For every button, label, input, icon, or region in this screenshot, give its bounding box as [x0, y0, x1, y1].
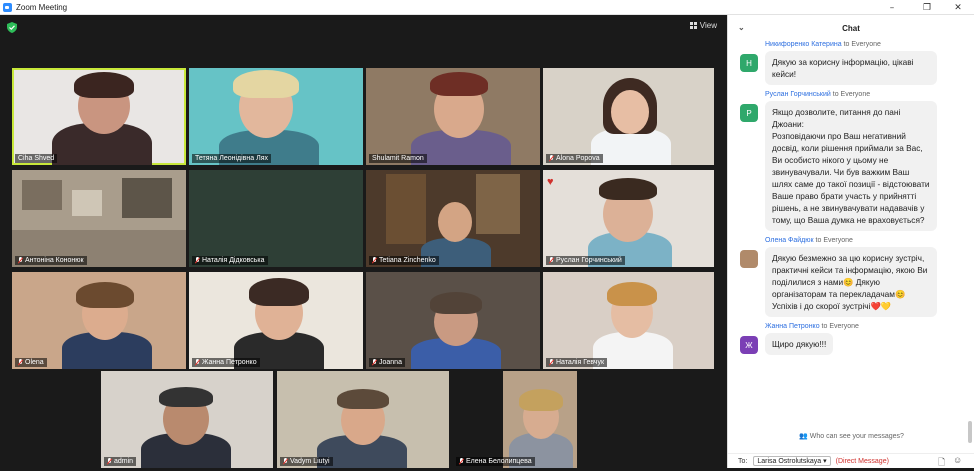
chat-title: Chat [842, 23, 860, 33]
video-tile[interactable]: Наталія Дідковська [189, 170, 363, 267]
participant-label: Tetiana Zinchenko [369, 256, 439, 265]
mic-muted-icon [549, 155, 554, 162]
window-title: Zoom Meeting [16, 2, 68, 12]
participant-label: Руслан Горчинський [546, 256, 625, 265]
grid-view-icon [689, 22, 697, 29]
chat-message: Олена Файдюк to Everyone Дякую безмежно … [728, 237, 968, 317]
video-tile[interactable]: Тетяна Леонідівна Лях [189, 68, 363, 165]
mic-muted-icon [18, 257, 23, 264]
video-tile[interactable]: Alona Popova [543, 68, 714, 165]
message-sender: Жанна Петронко to Everyone [765, 323, 859, 330]
recipient-select[interactable]: Larisa Ostrolutskaya ▾ [753, 456, 831, 466]
participant-label: Жанна Петронко [192, 358, 260, 367]
message-sender: Олена Файдюк to Everyone [765, 237, 853, 244]
video-tile[interactable]: Елена Белолипцева [453, 371, 625, 468]
avatar [740, 250, 758, 268]
participant-label: Alona Popova [546, 154, 603, 163]
participant-label: Shulamit Ramon [369, 154, 427, 163]
avatar: Р [740, 104, 758, 122]
participant-label: Наталія Гевчук [546, 358, 608, 367]
participant-label: Наталія Дідковська [192, 256, 268, 265]
message-sender: Руслан Горчинський to Everyone [765, 91, 871, 98]
participant-label: Ciha Shved [15, 154, 58, 163]
video-gallery: View Ciha Shved Тетяна Леонідівна Лях Sh… [0, 15, 727, 468]
chat-header: ⌄ Chat [728, 15, 974, 41]
mic-muted-icon [549, 359, 554, 366]
close-button[interactable]: ✕ [942, 0, 974, 15]
message-bubble: Якщо дозволите, питання до пані Джоани: … [765, 101, 937, 231]
chat-message: Ж Жанна Петронко to Everyone Щиро дякую!… [728, 323, 968, 355]
participant-label: Olena [15, 358, 47, 367]
mic-muted-icon [283, 458, 288, 465]
video-tile[interactable]: Joanna [366, 272, 540, 369]
video-tile[interactable]: Shulamit Ramon [366, 68, 540, 165]
chevron-down-icon[interactable]: ⌄ [738, 23, 745, 32]
zoom-app-icon [3, 2, 12, 12]
video-tile[interactable]: Ciha Shved [12, 68, 186, 165]
video-tile[interactable]: Olena [12, 272, 186, 369]
view-label: View [699, 21, 717, 30]
participant-label: Joanna [369, 358, 405, 367]
chat-panel: ⌄ Chat Н Никифоренко Катерина to Everyon… [727, 15, 974, 468]
video-tile[interactable]: admin [101, 371, 273, 468]
minimize-button[interactable]: – [876, 0, 908, 15]
chat-scrollbar[interactable] [967, 41, 973, 443]
avatar: Н [740, 54, 758, 72]
participant-label: admin [104, 457, 137, 466]
message-bubble: Дякую безмежно за цю корисну зустріч, пр… [765, 247, 937, 317]
chat-message-list[interactable]: Н Никифоренко Катерина to Everyone Дякую… [728, 41, 968, 425]
direct-message-label: (Direct Message) [835, 457, 889, 465]
chat-message: Р Руслан Горчинський to Everyone Якщо до… [728, 91, 968, 231]
video-tile[interactable]: Tetiana Zinchenko [366, 170, 540, 267]
mic-muted-icon [18, 359, 23, 366]
emoji-icon[interactable]: ☺ [953, 455, 962, 465]
chat-message: Н Никифоренко Катерина to Everyone Дякую… [728, 41, 968, 85]
mic-muted-icon [459, 458, 464, 465]
video-tile[interactable]: Антоніна Кононюк [12, 170, 186, 267]
file-icon[interactable]: 🗋 [938, 455, 945, 471]
mic-muted-icon [107, 458, 112, 465]
message-bubble: Щиро дякую!!! [765, 333, 834, 355]
video-tile[interactable]: Жанна Петронко [189, 272, 363, 369]
maximize-button[interactable]: ❐ [911, 0, 943, 15]
video-tile[interactable]: Vadym Liutyi [277, 371, 449, 468]
participant-label: Тетяна Леонідівна Лях [192, 154, 271, 163]
video-tile[interactable]: Наталія Гевчук [543, 272, 714, 369]
video-tile[interactable]: ♥ Руслан Горчинський [543, 170, 714, 267]
shield-icon[interactable] [7, 22, 17, 33]
mic-muted-icon [195, 359, 200, 366]
participant-label: Елена Белолипцева [456, 457, 535, 466]
mic-muted-icon [372, 257, 377, 264]
to-label: To: [738, 457, 748, 465]
who-can-see-link[interactable]: 👥 Who can see your messages? [728, 432, 974, 440]
participant-label: Vadym Liutyi [280, 457, 333, 466]
title-bar: Zoom Meeting – ❐ ✕ [0, 0, 974, 15]
mic-muted-icon [372, 359, 377, 366]
mic-muted-icon [549, 257, 554, 264]
message-bubble: Дякую за корисну інформацію, цікаві кейс… [765, 51, 937, 85]
participant-label: Антоніна Кононюк [15, 256, 87, 265]
message-sender: Никифоренко Катерина to Everyone [765, 41, 881, 48]
mic-muted-icon [195, 257, 200, 264]
avatar: Ж [740, 336, 758, 354]
view-button[interactable]: View [689, 21, 717, 30]
